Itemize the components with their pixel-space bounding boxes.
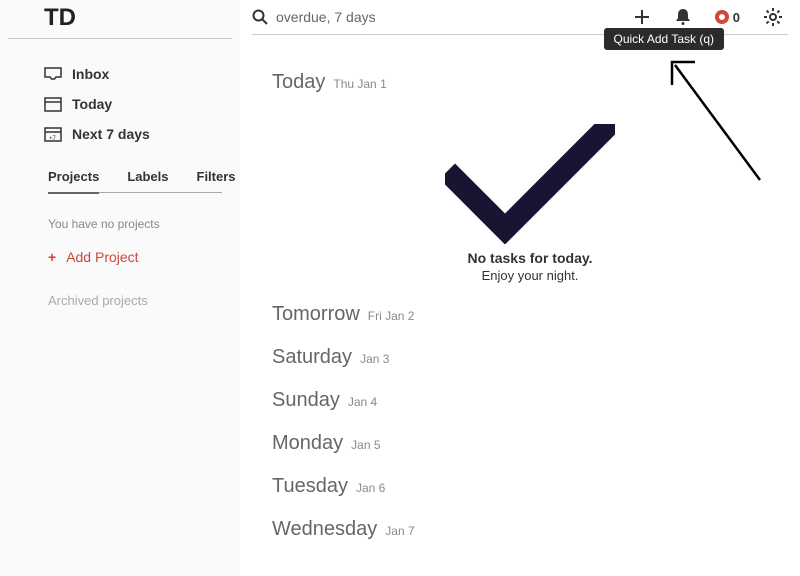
divider [8,38,232,39]
day-date: Jan 3 [360,352,389,366]
topbar: 0 Quick Add Task (q) [252,0,788,34]
day-name: Monday [272,432,343,455]
day-date: Jan 4 [348,395,377,409]
archived-projects-link[interactable]: Archived projects [48,293,232,308]
nav-next7[interactable]: +7 Next 7 days [8,119,232,149]
search-input[interactable] [276,9,536,25]
tab-filters[interactable]: Filters [197,167,236,186]
checkmark-icon [445,124,615,244]
main: 0 Quick Add Task (q) Today Thu Jan 1 No … [240,0,800,576]
day-date: Fri Jan 2 [368,309,415,323]
no-projects-text: You have no projects [48,217,232,231]
day-name: Saturday [272,346,352,369]
day-header: Wednesday Jan 7 [272,518,788,541]
day-header-today: Today Thu Jan 1 [272,71,788,94]
svg-text:TD: TD [44,4,76,30]
plus-icon [633,8,651,26]
day-date: Jan 6 [356,481,385,495]
nav-inbox[interactable]: Inbox [8,59,232,89]
karma-button[interactable]: 0 [715,10,740,25]
day-date: Jan 5 [351,438,380,452]
day-date: Thu Jan 1 [333,77,386,91]
quick-add-button[interactable] [633,8,651,26]
nav-label: Next 7 days [72,126,150,142]
nav-label: Today [72,96,112,112]
calendar-7-icon: +7 [44,125,62,143]
empty-title: No tasks for today. [468,250,593,266]
sidebar: TD Inbox Today +7 Next 7 days Projects [0,0,240,576]
day-date: Jan 7 [385,524,414,538]
svg-text:+7: +7 [49,136,57,142]
settings-button[interactable] [764,8,782,26]
quick-add-tooltip: Quick Add Task (q) [604,28,725,50]
nav-today[interactable]: Today [8,89,232,119]
day-header: Tomorrow Fri Jan 2 [272,303,788,326]
bell-icon [675,8,691,26]
app-logo: TD [44,0,232,38]
day-name: Tomorrow [272,303,360,326]
day-name: Today [272,71,325,94]
day-name: Sunday [272,389,340,412]
karma-count: 0 [733,10,740,25]
day-header: Sunday Jan 4 [272,389,788,412]
day-name: Wednesday [272,518,377,541]
day-header: Monday Jan 5 [272,432,788,455]
sidebar-tabs: Projects Labels Filters [48,167,222,193]
search-icon [252,9,268,25]
add-project-label: Add Project [66,249,138,265]
gear-icon [764,8,782,26]
karma-icon [715,10,729,24]
notifications-button[interactable] [675,8,691,26]
calendar-icon [44,95,62,113]
day-name: Tuesday [272,475,348,498]
tab-projects[interactable]: Projects [48,167,99,194]
empty-state: No tasks for today. Enjoy your night. [272,124,788,283]
day-header: Tuesday Jan 6 [272,475,788,498]
day-header: Saturday Jan 3 [272,346,788,369]
tab-labels[interactable]: Labels [127,167,168,186]
add-project-button[interactable]: + Add Project [48,249,232,265]
content: Today Thu Jan 1 No tasks for today. Enjo… [252,53,788,541]
plus-icon: + [48,249,56,265]
empty-subtitle: Enjoy your night. [482,268,579,283]
inbox-icon [44,65,62,83]
nav-label: Inbox [72,66,109,82]
